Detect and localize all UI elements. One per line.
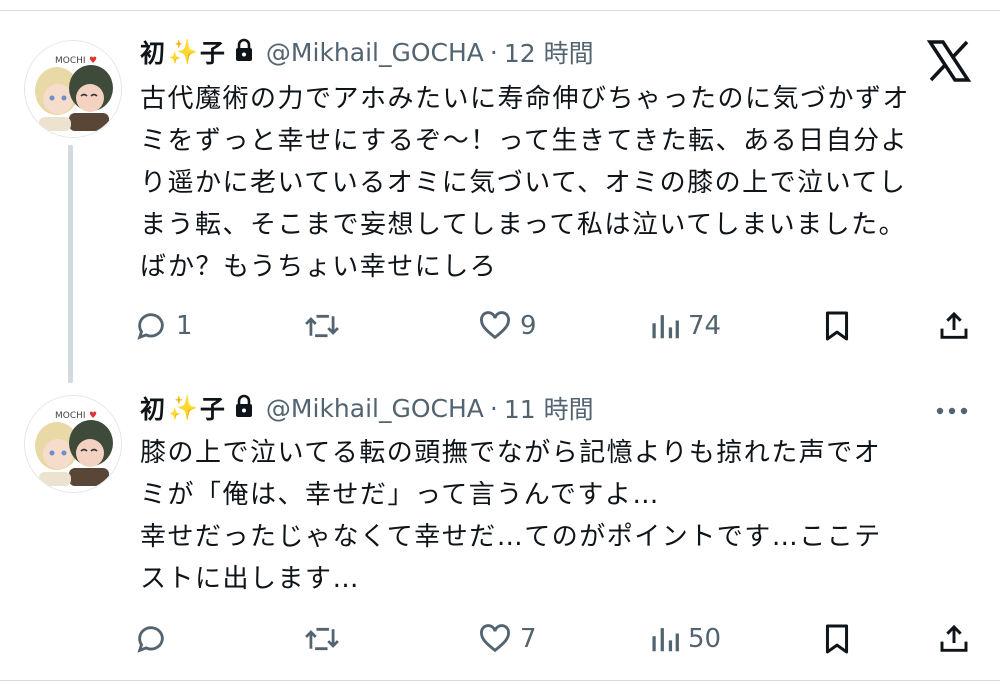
avatar[interactable]: MOCHI ♥ (24, 40, 122, 138)
tweet-text: 古代魔術の力でアホみたいに寿命伸びちゃったのに気づかずオ ミをずっと幸せにするぞ… (140, 84, 911, 282)
retweet-icon (305, 314, 339, 338)
share-icon (940, 311, 968, 339)
avatar-caption: MOCHI (55, 56, 86, 66)
lock-icon (234, 38, 254, 66)
tweet-header: 初 ✨ 子 @Mikhail_GOCHA · 12 時間 (140, 35, 594, 69)
separator-dot: · (489, 37, 498, 67)
reply-button[interactable]: 1 (134, 306, 193, 346)
views-button[interactable]: 74 (650, 306, 721, 346)
tweet-header: 初 ✨ 子 @Mikhail_GOCHA · 11 時間 (140, 391, 594, 425)
views-chart-icon (652, 628, 679, 652)
retweet-button[interactable] (304, 306, 348, 346)
user-handle[interactable]: @Mikhail_GOCHA (266, 394, 484, 423)
heart-icon (480, 624, 510, 653)
bookmark-icon (825, 624, 849, 654)
retweet-button[interactable] (304, 619, 348, 659)
display-name-part-1[interactable]: 初 (140, 390, 166, 426)
retweet-icon (305, 627, 339, 651)
sparkle-emoji: ✨ (168, 38, 198, 66)
like-button[interactable]: 7 (478, 619, 537, 659)
top-divider (0, 10, 1000, 11)
tweet-text: 膝の上で泣いてる転の頭撫でながら記憶よりも掠れた声でオ ミが「俺は、幸せだ」って… (140, 438, 882, 594)
like-count: 7 (520, 624, 537, 654)
svg-text:♥: ♥ (89, 411, 97, 421)
timestamp[interactable]: 12 時間 (504, 34, 594, 70)
bottom-divider (0, 680, 1000, 681)
bookmark-button[interactable] (822, 619, 852, 659)
reply-button[interactable] (134, 619, 176, 659)
share-button[interactable] (938, 619, 970, 659)
reply-icon (137, 626, 164, 653)
display-name-part-2[interactable]: 子 (200, 390, 226, 426)
share-button[interactable] (938, 306, 970, 346)
heart-icon (480, 311, 510, 340)
views-chart-icon (652, 315, 679, 339)
avatar-caption: MOCHI (55, 411, 86, 421)
action-bar: 7 50 (134, 619, 974, 659)
like-button[interactable]: 9 (478, 306, 537, 346)
avatar-illustration-icon: MOCHI ♥ (25, 396, 121, 492)
share-icon (940, 624, 968, 652)
thread-connector-line (68, 145, 73, 383)
sparkle-emoji: ✨ (168, 394, 198, 422)
bookmark-button[interactable] (822, 306, 852, 346)
avatar-illustration-icon: MOCHI ♥ (25, 41, 121, 137)
like-count: 9 (520, 311, 537, 341)
views-button[interactable]: 50 (650, 619, 721, 659)
svg-text:♥: ♥ (89, 56, 97, 66)
display-name-part-1[interactable]: 初 (140, 34, 166, 70)
views-count: 50 (688, 624, 722, 654)
display-name-part-2[interactable]: 子 (200, 34, 226, 70)
action-bar: 1 9 74 (134, 306, 974, 346)
lock-icon (234, 394, 254, 422)
reply-count: 1 (176, 311, 193, 341)
more-dots-icon[interactable] (932, 396, 972, 426)
avatar[interactable]: MOCHI ♥ (24, 395, 122, 493)
separator-dot: · (489, 393, 498, 423)
timestamp[interactable]: 11 時間 (504, 390, 594, 426)
user-handle[interactable]: @Mikhail_GOCHA (266, 38, 484, 67)
views-count: 74 (688, 311, 722, 341)
reply-icon (137, 313, 164, 340)
bookmark-icon (825, 311, 849, 341)
